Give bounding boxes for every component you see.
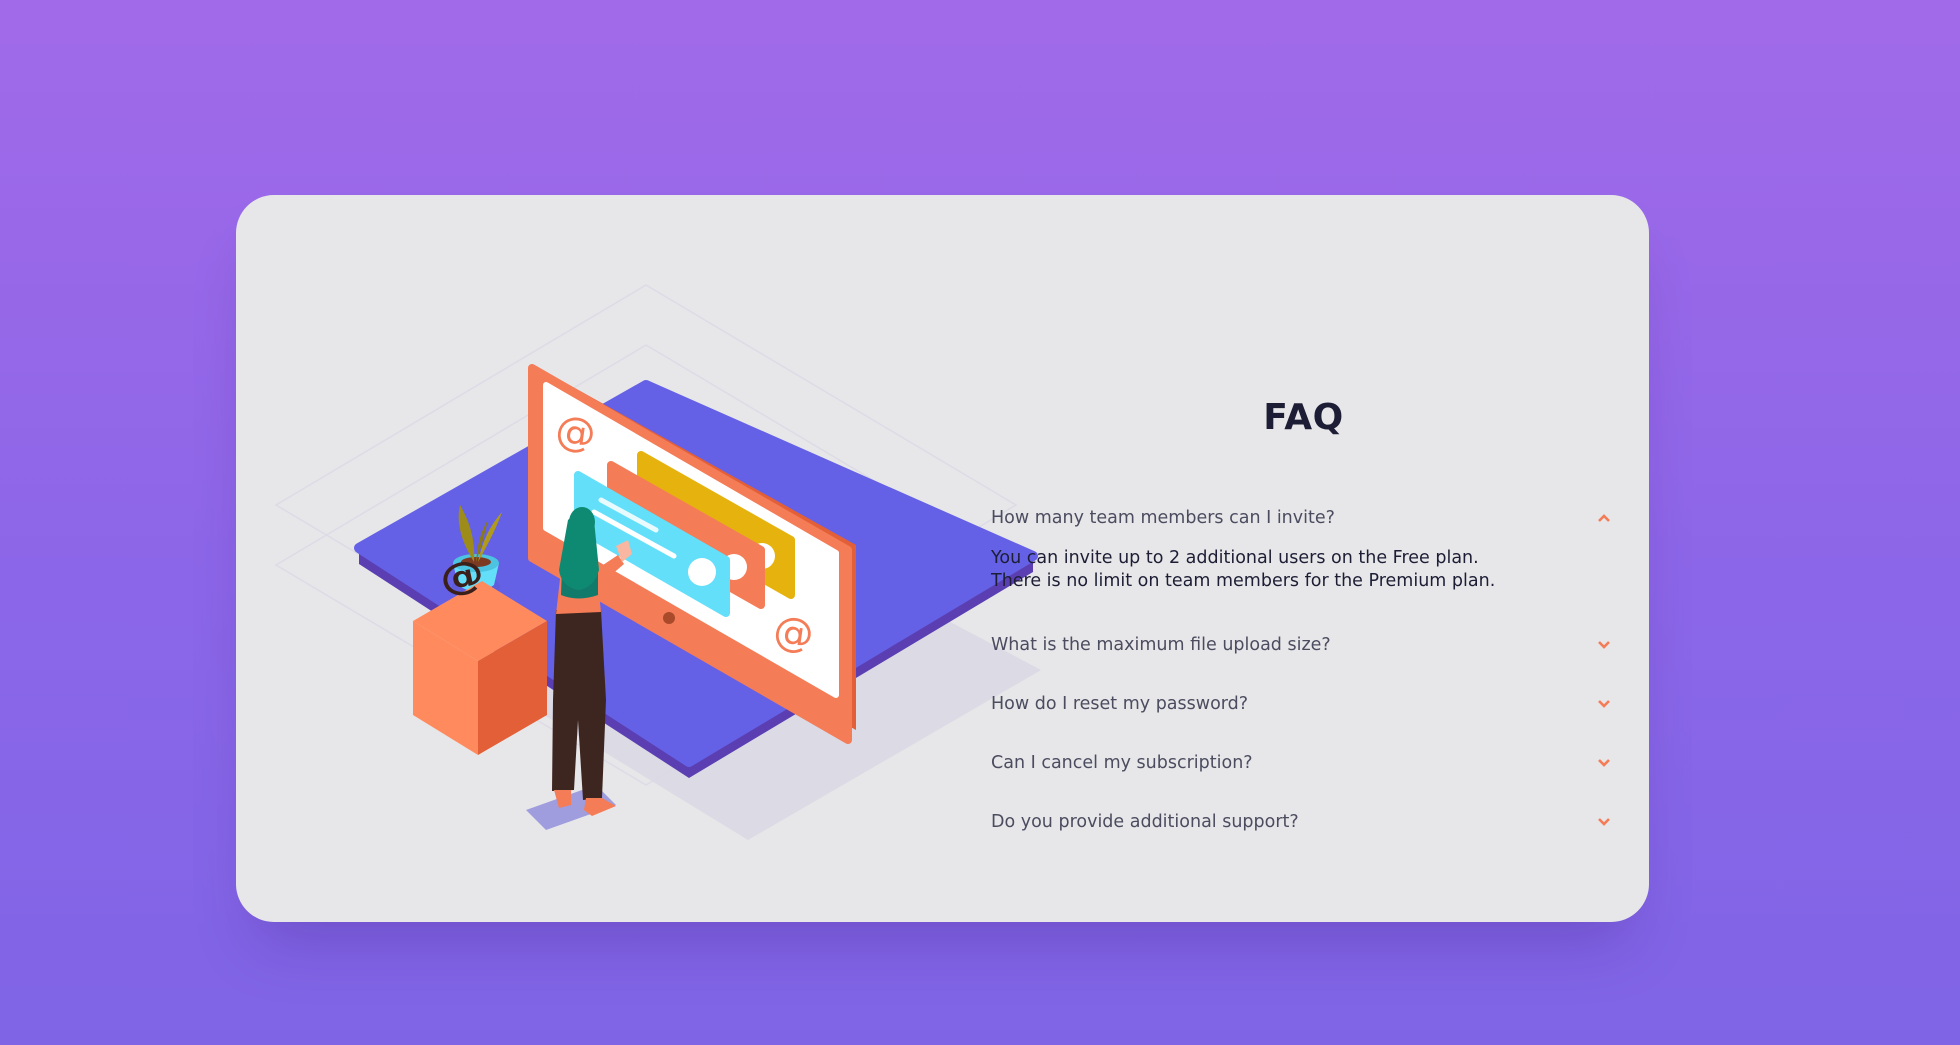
faq-section: FAQ How many team members can I invite? … (991, 390, 1616, 842)
faq-question-toggle[interactable]: How do I reset my password? (991, 684, 1616, 724)
faq-item: What is the maximum file upload size? (991, 625, 1616, 665)
faq-question: What is the maximum file upload size? (991, 635, 1331, 655)
faq-item: Can I cancel my subscription? (991, 743, 1616, 783)
faq-answer: You can invite up to 2 additional users … (991, 547, 1616, 593)
faq-item: How do I reset my password? (991, 684, 1616, 724)
chevron-down-icon[interactable] (1594, 753, 1614, 773)
faq-list: How many team members can I invite? You … (991, 498, 1616, 842)
faq-card: @ @ @ FAQ How many team members can I in… (236, 195, 1649, 922)
faq-question: How do I reset my password? (991, 694, 1249, 714)
faq-question: Can I cancel my subscription? (991, 753, 1253, 773)
faq-question: How many team members can I invite? (991, 508, 1335, 528)
faq-question-toggle[interactable]: What is the maximum file upload size? (991, 625, 1616, 665)
faq-answer-line: You can invite up to 2 additional users … (991, 548, 1479, 568)
svg-text:@: @ (771, 608, 817, 659)
chevron-down-icon[interactable] (1594, 694, 1614, 714)
svg-text:@: @ (436, 550, 488, 602)
faq-question-toggle[interactable]: How many team members can I invite? (991, 498, 1616, 538)
faq-item: Do you provide additional support? (991, 802, 1616, 842)
faq-item: How many team members can I invite? You … (991, 498, 1616, 593)
faq-title: FAQ (1263, 397, 1344, 438)
svg-text:@: @ (553, 407, 599, 458)
chevron-down-icon[interactable] (1594, 635, 1614, 655)
faq-question: Do you provide additional support? (991, 812, 1299, 832)
faq-answer-line: There is no limit on team members for th… (991, 571, 1496, 591)
chevron-down-icon[interactable] (1594, 812, 1614, 832)
woman-online-illustration: @ @ @ (274, 284, 1041, 840)
faq-question-toggle[interactable]: Do you provide additional support? (991, 802, 1616, 842)
chevron-up-icon[interactable] (1594, 508, 1614, 528)
faq-question-toggle[interactable]: Can I cancel my subscription? (991, 743, 1616, 783)
